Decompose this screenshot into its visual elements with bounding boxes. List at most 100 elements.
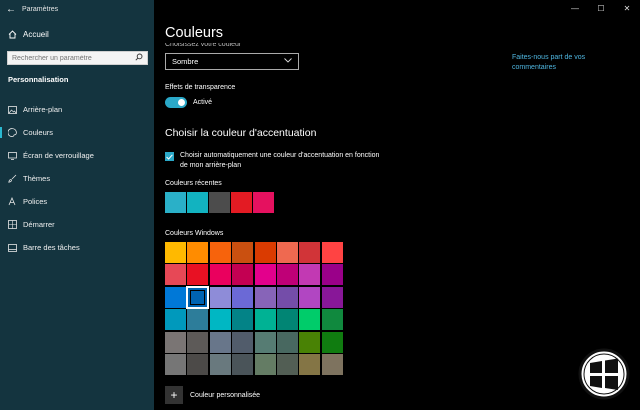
back-arrow-icon[interactable]: ← [0,4,22,15]
color-swatch[interactable] [209,331,231,353]
color-swatch[interactable] [254,353,276,375]
color-swatch[interactable] [299,353,321,375]
windows-logo-watermark [578,348,630,400]
sidebar-item-label: Thèmes [23,174,51,183]
color-swatch[interactable] [187,264,209,286]
color-swatch[interactable] [276,353,298,375]
color-swatch[interactable] [276,264,298,286]
color-swatch[interactable] [187,242,209,263]
color-swatch[interactable] [321,353,343,375]
color-swatch[interactable] [187,309,209,331]
sidebar-item-label: Barre des tâches [23,243,80,252]
color-swatch[interactable] [209,242,231,263]
color-swatch[interactable] [187,353,209,375]
custom-color-label: Couleur personnalisée [190,391,261,399]
title-bar: ← Paramètres [0,0,154,18]
page-title: Couleurs [165,25,224,41]
color-swatch[interactable] [321,264,343,286]
recent-color-swatch[interactable] [231,192,252,213]
taskbar-icon [8,243,17,252]
color-swatch[interactable] [299,242,321,263]
sidebar-item-polices[interactable]: Polices [0,190,154,213]
auto-accent-checkbox[interactable] [165,152,174,161]
color-swatch[interactable] [254,286,276,308]
color-swatch[interactable] [299,309,321,331]
color-swatch[interactable] [165,309,186,331]
custom-color-button[interactable]: + Couleur personnalisée [165,386,260,404]
search-input[interactable] [12,54,127,62]
chevron-down-icon [284,58,292,65]
windows-colors-grid [165,242,343,375]
sidebar-item-label: Couleurs [23,128,54,137]
close-icon[interactable]: ✕ [614,0,640,16]
window-controls: — ☐ ✕ [562,0,640,16]
recent-color-swatch[interactable] [209,192,230,213]
sidebar-item-demarrer[interactable]: Démarrer [0,213,154,236]
home-icon [8,30,17,39]
color-swatch[interactable] [209,353,231,375]
sidebar-item-ecran-de-verrouillage[interactable]: Écran de verrouillage [0,144,154,167]
color-swatch[interactable] [276,286,298,308]
color-swatch[interactable] [276,309,298,331]
transparency-toggle-row: Activé [165,97,212,108]
minimize-icon[interactable]: — [562,0,588,16]
palette-icon [8,128,17,137]
recent-colors-label: Couleurs récentes [165,180,222,187]
sidebar-item-barre-des-taches[interactable]: Barre des tâches [0,236,154,259]
color-swatch[interactable] [276,331,298,353]
color-swatch[interactable] [254,242,276,263]
window-title: Paramètres [22,5,59,13]
color-swatch[interactable] [165,353,186,375]
maximize-icon[interactable]: ☐ [588,0,614,16]
color-swatch[interactable] [165,242,186,263]
sidebar: ← Paramètres Accueil Personnalisation Ar… [0,0,154,410]
transparency-label: Effets de transparence [165,84,236,91]
color-swatch[interactable] [276,242,298,263]
start-icon [8,220,17,229]
recent-colors [165,192,274,213]
color-swatch[interactable] [209,264,231,286]
color-swatch[interactable] [299,286,321,308]
color-swatch[interactable] [232,331,254,353]
color-swatch[interactable] [232,353,254,375]
main-pane: — ☐ ✕ Couleurs Choisissez votre couleur … [154,0,640,410]
color-swatch[interactable] [321,331,343,353]
color-swatch[interactable] [321,309,343,331]
recent-color-swatch[interactable] [253,192,274,213]
sidebar-item-label: Démarrer [23,220,55,229]
color-swatch[interactable] [232,264,254,286]
color-swatch[interactable] [232,242,254,263]
color-swatch[interactable] [165,286,186,308]
recent-color-swatch[interactable] [187,192,208,213]
color-swatch[interactable] [232,286,254,308]
sidebar-item-label: Écran de verrouillage [23,151,94,160]
monitor-icon [8,151,17,160]
recent-color-swatch[interactable] [165,192,186,213]
color-swatch[interactable] [165,331,186,353]
search-box[interactable] [7,51,148,65]
color-swatch[interactable] [209,309,231,331]
color-swatch[interactable] [187,331,209,353]
brush-icon [8,174,17,183]
sidebar-item-arriere-plan[interactable]: Arrière-plan [0,98,154,121]
feedback-link[interactable]: Faites-nous part de vos commentaires [512,53,622,73]
color-swatch[interactable] [232,309,254,331]
home-link[interactable]: Accueil [8,30,49,39]
plus-icon: + [165,386,183,404]
search-icon[interactable] [135,53,143,63]
color-swatch[interactable] [254,309,276,331]
color-swatch[interactable] [299,264,321,286]
color-swatch[interactable] [299,331,321,353]
selected-color-swatch[interactable] [186,285,210,309]
color-swatch[interactable] [209,286,231,308]
transparency-toggle[interactable] [165,97,187,108]
color-swatch[interactable] [254,331,276,353]
color-swatch[interactable] [254,264,276,286]
color-mode-dropdown[interactable]: Sombre [165,53,299,70]
sidebar-item-couleurs[interactable]: Couleurs [0,121,154,144]
sidebar-item-themes[interactable]: Thèmes [0,167,154,190]
section-label: Personnalisation [8,75,69,84]
color-swatch[interactable] [165,264,186,286]
color-swatch[interactable] [321,242,343,263]
color-swatch[interactable] [321,286,343,308]
